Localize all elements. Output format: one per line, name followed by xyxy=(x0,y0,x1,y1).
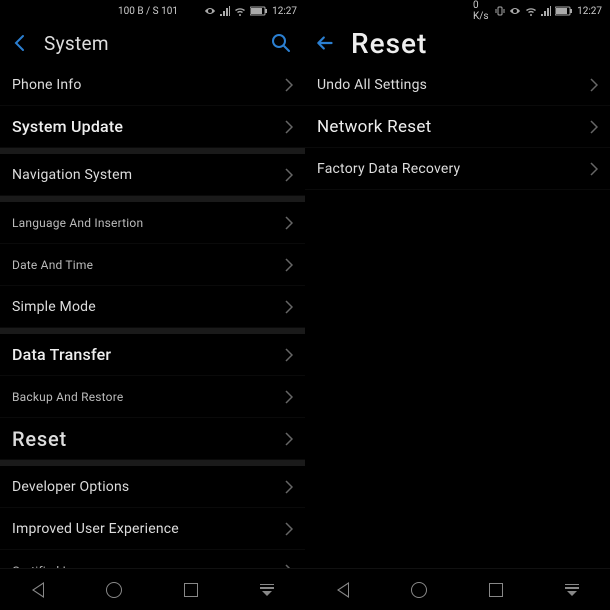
status-time: 12:27 xyxy=(272,6,297,17)
list-item-label: Backup And Restore xyxy=(12,390,285,404)
nav-bar xyxy=(0,568,305,610)
chevron-right-icon xyxy=(285,216,293,230)
list-item-label: Certified Logo xyxy=(12,564,285,569)
list-item[interactable]: Network Reset xyxy=(305,106,610,148)
eye-icon xyxy=(509,6,521,16)
signal-icon xyxy=(220,6,230,16)
status-bar: 0 K/s 12:27 xyxy=(305,0,610,22)
list-item[interactable]: Phone Info xyxy=(0,64,305,106)
back-button[interactable] xyxy=(10,33,30,53)
back-button[interactable] xyxy=(315,32,337,54)
list-item-label: Undo All Settings xyxy=(317,77,590,93)
status-time: 12:27 xyxy=(577,6,602,17)
list-item[interactable]: Factory Data Recovery xyxy=(305,148,610,190)
reset-list: Undo All Settings Network Reset Factory Da… xyxy=(305,64,610,568)
list-item-label: System Update xyxy=(12,117,285,136)
chevron-right-icon xyxy=(285,564,293,569)
list-item[interactable]: System Update xyxy=(0,106,305,148)
nav-home[interactable] xyxy=(102,578,126,602)
list-item[interactable]: Date And Time xyxy=(0,244,305,286)
search-icon[interactable] xyxy=(271,33,291,53)
wifi-icon xyxy=(525,6,537,16)
chevron-right-icon xyxy=(285,78,293,92)
list-item[interactable]: Improved User Experience xyxy=(0,508,305,550)
battery-icon xyxy=(250,6,268,16)
nav-bar xyxy=(305,568,610,610)
status-bar: 100 B / S 101 12:27 xyxy=(0,0,305,22)
list-item[interactable]: Developer Options xyxy=(0,466,305,508)
chevron-right-icon xyxy=(285,390,293,404)
wifi-icon xyxy=(234,6,246,16)
left-screen: 100 B / S 101 12:27 System Phone Info Sys… xyxy=(0,0,305,610)
nav-back[interactable] xyxy=(331,578,355,602)
list-item-label: Phone Info xyxy=(12,77,285,93)
data-rate: 100 B / S 101 xyxy=(118,6,178,17)
chevron-right-icon xyxy=(285,120,293,134)
battery-icon xyxy=(555,6,573,16)
nav-drawer[interactable] xyxy=(255,578,279,602)
chevron-right-icon xyxy=(285,480,293,494)
page-title: Reset xyxy=(351,27,600,60)
chevron-right-icon xyxy=(590,120,598,134)
list-item-label: Data Transfer xyxy=(12,345,285,364)
list-item[interactable]: Navigation System xyxy=(0,154,305,196)
nav-back[interactable] xyxy=(26,578,50,602)
list-item[interactable]: Simple Mode xyxy=(0,286,305,328)
chevron-right-icon xyxy=(285,348,293,362)
list-item-label: Network Reset xyxy=(317,117,590,137)
list-item[interactable]: Backup And Restore xyxy=(0,376,305,418)
list-item[interactable]: Language And Insertion xyxy=(0,202,305,244)
chevron-right-icon xyxy=(590,162,598,176)
right-screen: 0 K/s 12:27 Reset Undo All Settings Netwo… xyxy=(305,0,610,610)
nav-home[interactable] xyxy=(407,578,431,602)
list-item[interactable]: Certified Logo xyxy=(0,550,305,568)
chevron-right-icon xyxy=(285,300,293,314)
header: Reset xyxy=(305,22,610,64)
data-rate: 0 K/s xyxy=(473,0,491,22)
vibrate-icon xyxy=(495,6,505,16)
chevron-right-icon xyxy=(285,432,293,446)
list-item-label: Improved User Experience xyxy=(12,521,285,537)
settings-list: Phone Info System Update Navigation System… xyxy=(0,64,305,568)
nav-drawer[interactable] xyxy=(560,578,584,602)
list-item[interactable]: Data Transfer xyxy=(0,334,305,376)
chevron-right-icon xyxy=(285,258,293,272)
header: System xyxy=(0,22,305,64)
list-item-label: Navigation System xyxy=(12,167,285,183)
list-item-label: Reset xyxy=(12,427,285,451)
chevron-right-icon xyxy=(590,78,598,92)
list-item-label: Simple Mode xyxy=(12,299,285,315)
page-title: System xyxy=(44,32,257,55)
chevron-right-icon xyxy=(285,522,293,536)
nav-recent[interactable] xyxy=(179,578,203,602)
nav-recent[interactable] xyxy=(484,578,508,602)
list-item-label: Language And Insertion xyxy=(12,216,285,230)
list-item[interactable]: Undo All Settings xyxy=(305,64,610,106)
signal-icon xyxy=(541,6,551,16)
list-item-label: Factory Data Recovery xyxy=(317,161,590,177)
chevron-right-icon xyxy=(285,168,293,182)
list-item[interactable]: Reset xyxy=(0,418,305,460)
eye-icon xyxy=(204,6,216,16)
list-item-label: Developer Options xyxy=(12,479,285,495)
list-item-label: Date And Time xyxy=(12,258,285,272)
